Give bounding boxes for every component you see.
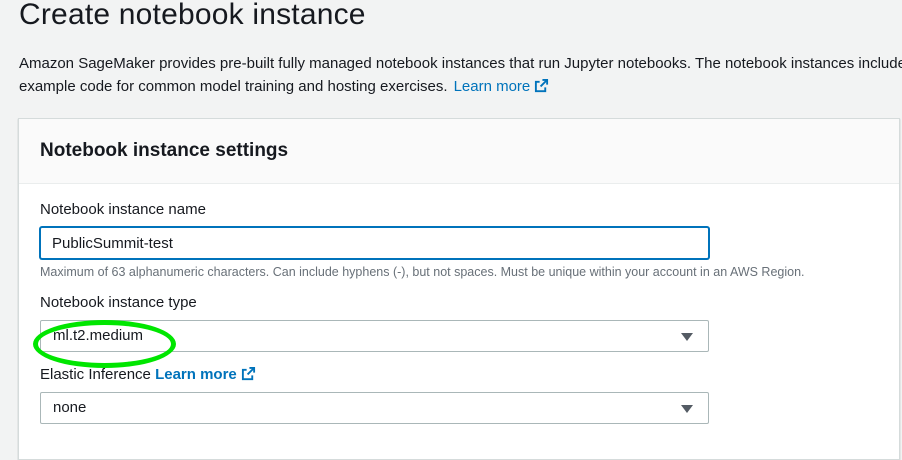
panel-title: Notebook instance settings — [40, 140, 289, 161]
panel-header: Notebook instance settings — [19, 119, 899, 184]
page-title: Create notebook instance — [19, 0, 366, 31]
learn-more-label: Learn more — [453, 78, 531, 95]
instance-type-label: Notebook instance type — [40, 294, 197, 311]
external-link-icon — [241, 366, 256, 385]
instance-name-input[interactable] — [40, 227, 709, 259]
caret-down-icon — [681, 333, 693, 341]
caret-down-icon — [681, 405, 693, 413]
elastic-inference-select[interactable]: none — [40, 392, 709, 424]
external-link-icon — [534, 77, 549, 100]
page-description: Amazon SageMaker provides pre-built full… — [19, 52, 902, 100]
instance-type-value: ml.t2.medium — [53, 327, 144, 344]
ei-learn-more-label: Learn more — [155, 366, 237, 383]
ei-learn-more-link[interactable]: Learn more — [155, 366, 256, 383]
instance-name-hint: Maximum of 63 alphanumeric characters. C… — [40, 265, 805, 279]
elastic-inference-value: none — [53, 399, 87, 416]
instance-name-label: Notebook instance name — [40, 201, 206, 218]
elastic-inference-label: Elastic Inference Learn more — [40, 366, 256, 385]
learn-more-link[interactable]: Learn more — [454, 78, 550, 95]
instance-type-select[interactable]: ml.t2.medium — [40, 320, 709, 352]
elastic-inference-text: Elastic Inference — [40, 366, 151, 383]
